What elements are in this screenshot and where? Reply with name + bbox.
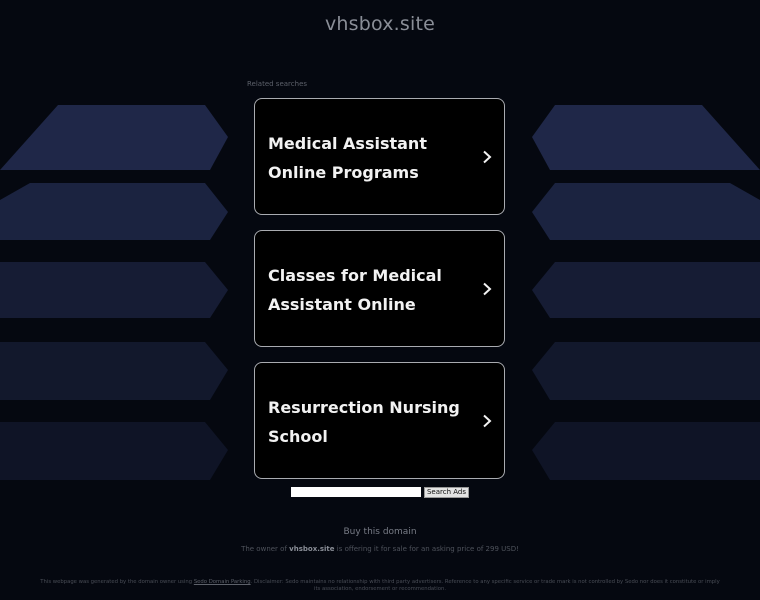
related-link-card[interactable]: Medical Assistant Online Programs — [254, 98, 505, 215]
owner-prefix: The owner of — [241, 545, 287, 553]
footer-text: This webpage was generated by the domain… — [40, 579, 193, 585]
related-link-label: Classes for Medical Assistant Online — [268, 266, 442, 314]
page: vhsbox.site Related searches Medical Ass… — [0, 0, 760, 600]
owner-suffix: is offering it for sale for an asking pr… — [336, 545, 519, 553]
related-link-label: Resurrection Nursing School — [268, 398, 460, 446]
footer-disclaimer-text: . Disclaimer: Sedo maintains no relation… — [250, 579, 720, 592]
buy-domain-link[interactable]: Buy this domain — [0, 527, 760, 537]
chevron-right-icon — [483, 414, 492, 427]
sedo-parking-link[interactable]: Sedo Domain Parking — [194, 579, 251, 585]
footer-disclaimer: This webpage was generated by the domain… — [38, 579, 722, 592]
search-ads-button[interactable]: Search Ads — [424, 487, 469, 498]
domain-title: vhsbox.site — [324, 13, 436, 35]
search-input[interactable] — [291, 487, 421, 497]
owner-notice: The owner of vhsbox.site is offering it … — [0, 545, 760, 553]
related-link-label: Medical Assistant Online Programs — [268, 134, 427, 182]
chevron-right-icon — [483, 282, 492, 295]
related-searches-label: Related searches — [247, 80, 308, 88]
related-link-card[interactable]: Resurrection Nursing School — [254, 362, 505, 479]
owner-domain: vhsbox.site — [289, 545, 335, 553]
chevron-right-icon — [483, 150, 492, 163]
related-link-card[interactable]: Classes for Medical Assistant Online — [254, 230, 505, 347]
